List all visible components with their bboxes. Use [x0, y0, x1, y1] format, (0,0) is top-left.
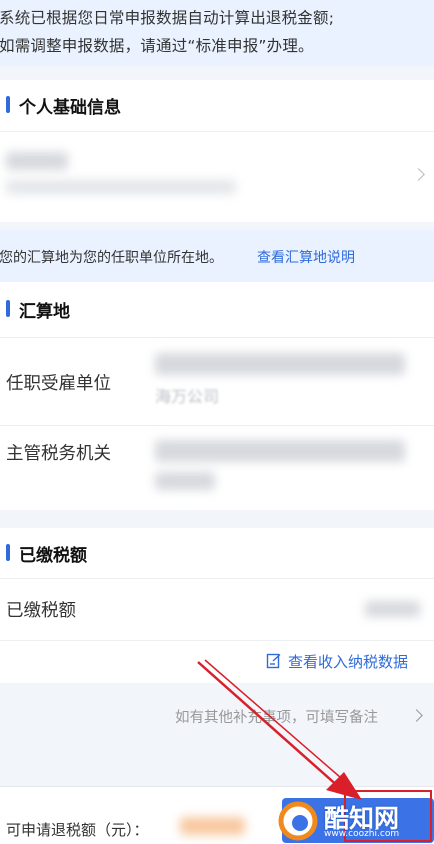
- watermark-logo: 酷知网 www.coozhi.com: [278, 800, 418, 842]
- annotation-arrow-icon: [197, 659, 362, 800]
- watermark-url: www.coozhi.com: [324, 829, 400, 839]
- coozhi-logo-icon: [278, 801, 318, 841]
